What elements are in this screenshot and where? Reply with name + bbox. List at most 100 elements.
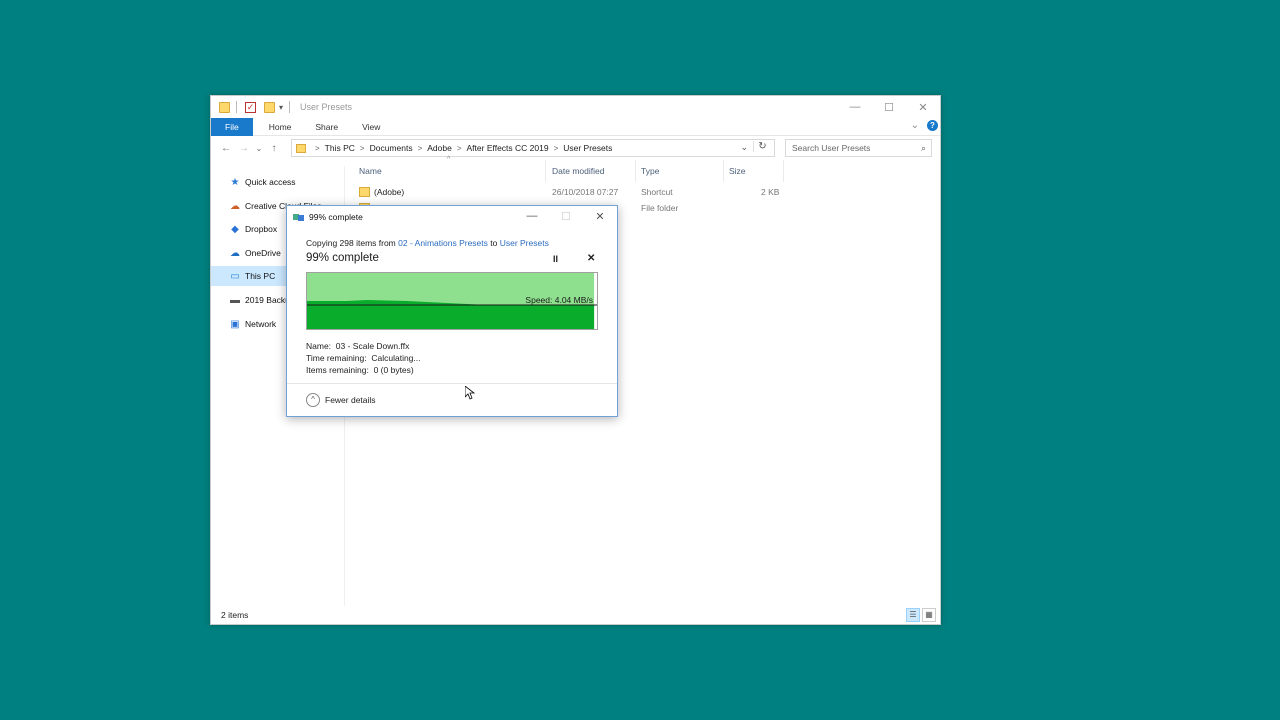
large-icons-view-icon[interactable]: ▦ (922, 608, 936, 622)
navigation-row: ← → ⌄ ↑ > This PC > Documents > Adobe > … (211, 138, 940, 158)
cancel-button[interactable]: ✕ (587, 253, 595, 264)
onedrive-icon: ☁ (230, 247, 240, 259)
tab-view[interactable]: View (350, 118, 392, 136)
dropbox-icon: ◆ (231, 223, 239, 235)
transfer-speed-graph: Speed: 4.04 MB/s (306, 272, 598, 330)
breadcrumb-adobe[interactable]: Adobe (427, 143, 452, 153)
detail-row-name: Name: 03 - Scale Down.ffx (306, 340, 421, 352)
quick-access-toolbar-dropdown-icon[interactable]: ▾ (279, 103, 283, 112)
sort-ascending-icon: ^ (447, 156, 451, 163)
maximize-button[interactable]: ☐ (872, 96, 906, 118)
shortcut-icon (359, 187, 370, 197)
chevron-up-icon: ^ (306, 393, 320, 407)
star-icon: ★ (230, 176, 240, 188)
speed-readout: Speed: 4.04 MB/s (525, 295, 593, 305)
search-icon[interactable]: ⌕ (921, 140, 926, 156)
help-icon[interactable]: ? (927, 120, 938, 131)
detail-value: 03 - Scale Down.ffx (335, 341, 410, 351)
close-button[interactable]: ✕ (906, 96, 940, 118)
sidebar-item-label: Quick access (245, 177, 296, 187)
column-divider[interactable] (545, 160, 546, 182)
detail-row-items: Items remaining: 0 (0 bytes) (306, 364, 421, 376)
search-input[interactable]: Search User Presets ⌕ (785, 139, 932, 157)
address-bar[interactable]: > This PC > Documents > Adobe > After Ef… (291, 139, 775, 157)
chevron-right-icon[interactable]: > (418, 144, 423, 153)
column-header-name[interactable]: Name (359, 166, 382, 180)
tab-file[interactable]: File (211, 117, 253, 136)
breadcrumb-after-effects[interactable]: After Effects CC 2019 (467, 143, 549, 153)
minimize-button[interactable]: — (838, 96, 872, 118)
column-header-type[interactable]: Type (641, 166, 659, 180)
breadcrumb-user-presets[interactable]: User Presets (563, 143, 612, 153)
sidebar-item-label: Network (245, 319, 277, 329)
sidebar-item-label: OneDrive (245, 248, 281, 258)
close-button[interactable]: ✕ (583, 206, 617, 226)
file-size: 2 KB (761, 187, 780, 197)
window-title: User Presets (300, 102, 353, 112)
column-divider[interactable] (723, 160, 724, 182)
detail-label: Name: (306, 341, 332, 351)
dialog-titlebar[interactable]: 99% complete — ☐ ✕ (287, 206, 617, 228)
refresh-icon[interactable]: ↻ (753, 141, 771, 152)
chevron-right-icon[interactable]: > (360, 144, 365, 153)
creative-cloud-icon: ☁ (230, 200, 240, 212)
destination-folder-link[interactable]: User Presets (500, 238, 549, 248)
toolbar-divider (289, 101, 291, 113)
search-placeholder: Search User Presets (792, 143, 871, 153)
file-copy-icon (293, 212, 305, 222)
sidebar-item-label: This PC (245, 271, 276, 281)
up-arrow-icon[interactable]: ↑ (265, 143, 283, 154)
column-header-size[interactable]: Size (729, 166, 746, 180)
drive-icon: ▬ (230, 294, 240, 306)
source-folder-link[interactable]: 02 - Animations Presets (398, 238, 488, 248)
maximize-button: ☐ (561, 210, 571, 223)
explorer-titlebar[interactable]: ✓ ▾ User Presets — ☐ ✕ (211, 96, 940, 118)
file-name: (Adobe) (374, 187, 405, 197)
address-dropdown-icon[interactable]: ⌄ (740, 142, 748, 153)
chevron-right-icon: > (315, 143, 320, 153)
expand-ribbon-icon[interactable]: ⌄ (911, 120, 919, 131)
tab-home[interactable]: Home (257, 118, 304, 136)
detail-label: Items remaining: (306, 365, 369, 375)
chevron-right-icon[interactable]: > (554, 144, 559, 153)
breadcrumb-this-pc[interactable]: This PC (325, 143, 355, 153)
column-divider[interactable] (783, 160, 784, 182)
network-icon: ▣ (230, 318, 240, 330)
mouse-cursor-icon (465, 386, 475, 400)
copy-progress-dialog[interactable]: 99% complete — ☐ ✕ Copying 298 items fro… (286, 205, 618, 417)
properties-icon[interactable]: ✓ (245, 101, 256, 113)
back-arrow-icon[interactable]: ← (217, 143, 235, 154)
minimize-button[interactable]: — (515, 206, 549, 226)
detail-row-time: Time remaining: Calculating... (306, 352, 421, 364)
dialog-divider (287, 383, 617, 384)
sidebar-item-label: Dropbox (245, 224, 278, 234)
column-header-date[interactable]: Date modified (552, 166, 604, 180)
chevron-right-icon[interactable]: > (457, 144, 462, 153)
to-word: to (487, 238, 500, 248)
detail-label: Time remaining: (306, 353, 367, 363)
breadcrumb-documents[interactable]: Documents (370, 143, 413, 153)
tab-share[interactable]: Share (303, 118, 350, 136)
file-row[interactable]: (Adobe) 26/10/2018 07:27 Shortcut 2 KB (359, 187, 789, 203)
folder-icon (219, 101, 230, 113)
ribbon-tabs: File Home Share View ⌄ ? (211, 117, 940, 136)
detail-value: 0 (0 bytes) (373, 365, 414, 375)
toolbar-divider (236, 101, 237, 113)
folder-icon (296, 143, 306, 153)
new-folder-icon[interactable] (264, 101, 275, 113)
pause-button[interactable]: II (553, 254, 558, 264)
computer-icon: ▭ (230, 270, 240, 282)
sidebar-item-quick-access[interactable]: ★ Quick access (211, 172, 345, 192)
file-date: 26/10/2018 07:27 (552, 187, 619, 197)
copy-details: Name: 03 - Scale Down.ffx Time remaining… (306, 340, 421, 376)
forward-arrow-icon[interactable]: → (235, 143, 253, 154)
recent-locations-chevron-icon[interactable]: ⌄ (253, 144, 265, 153)
detail-value: Calculating... (371, 353, 421, 363)
dialog-title: 99% complete (309, 212, 363, 222)
fewer-details-button[interactable]: ^ Fewer details (306, 393, 376, 407)
copy-prefix: Copying 298 items from (306, 238, 399, 248)
status-item-count: 2 items (221, 610, 249, 620)
details-view-icon[interactable]: ☰ (906, 608, 920, 622)
column-divider[interactable] (635, 160, 636, 182)
file-type: File folder (641, 203, 679, 213)
